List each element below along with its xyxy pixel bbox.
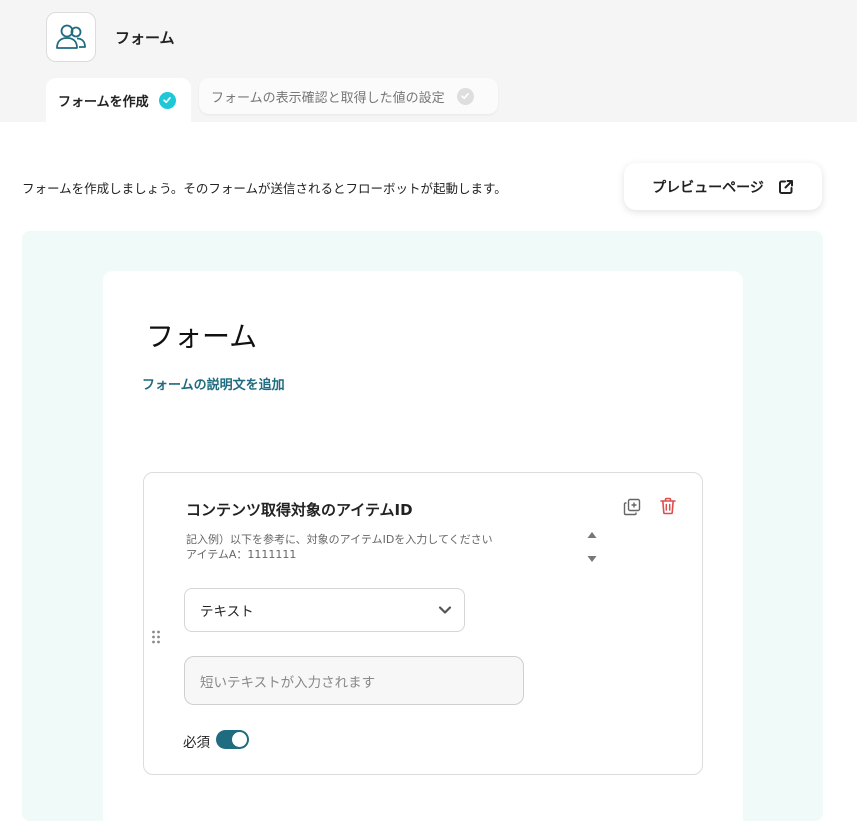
required-toggle[interactable] bbox=[216, 730, 249, 749]
toggle-knob bbox=[232, 732, 247, 747]
short-text-placeholder: 短いテキストが入力されます bbox=[200, 674, 376, 691]
question-type-select[interactable]: テキスト bbox=[184, 588, 465, 632]
app-icon bbox=[46, 12, 96, 62]
users-icon bbox=[56, 24, 86, 49]
question-help-line: アイテムA：1111111 bbox=[186, 548, 297, 561]
step-tab-label: フォームの表示確認と取得した値の設定 bbox=[211, 90, 445, 106]
question-type-value: テキスト bbox=[200, 604, 254, 620]
question-help-line: 記入例）以下を参考に、対象のアイテムIDを入力してください bbox=[186, 533, 493, 546]
check-circle-icon bbox=[158, 91, 176, 109]
intro-text: フォームを作成しましょう。そのフォームが送信されるとフローボットが起動します。 bbox=[22, 181, 507, 196]
form-title[interactable]: フォーム bbox=[146, 315, 257, 355]
drag-handle-icon[interactable] bbox=[150, 629, 162, 645]
question-title[interactable]: コンテンツ取得対象のアイテムID bbox=[186, 499, 413, 520]
textarea-scroll-arrows[interactable] bbox=[585, 531, 599, 563]
trash-icon[interactable] bbox=[658, 496, 678, 516]
check-circle-icon bbox=[456, 87, 474, 105]
step-tab-confirm-settings[interactable]: フォームの表示確認と取得した値の設定 bbox=[199, 78, 498, 114]
preview-page-button[interactable]: プレビューページ bbox=[624, 163, 822, 210]
step-tab-create-form[interactable]: フォームを作成 bbox=[46, 78, 191, 122]
add-description-link[interactable]: フォームの説明文を追加 bbox=[142, 374, 285, 393]
duplicate-icon[interactable] bbox=[622, 497, 642, 517]
chevron-down-icon bbox=[438, 606, 452, 614]
preview-button-label: プレビューページ bbox=[652, 179, 764, 196]
arrow-up-icon[interactable] bbox=[587, 531, 597, 539]
required-label: 必須 bbox=[183, 735, 210, 751]
app-title: フォーム bbox=[115, 29, 175, 47]
question-help[interactable]: 記入例）以下を参考に、対象のアイテムIDを入力してください アイテムA：1111… bbox=[186, 532, 493, 562]
arrow-down-icon[interactable] bbox=[587, 555, 597, 563]
external-link-icon bbox=[778, 179, 793, 194]
step-tab-label: フォームを作成 bbox=[58, 94, 149, 110]
short-text-preview-input: 短いテキストが入力されます bbox=[184, 656, 524, 705]
header: フォーム フォームを作成 フォームの表示確認と取得した値の設定 bbox=[0, 0, 857, 122]
